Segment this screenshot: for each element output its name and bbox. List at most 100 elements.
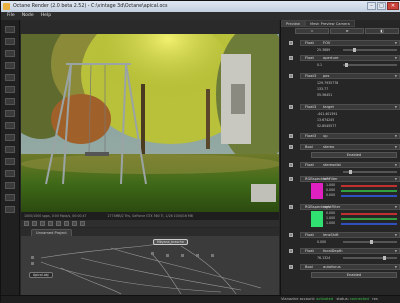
aperture-value[interactable]: 0.1 [317, 63, 322, 67]
toolbar-button[interactable] [5, 50, 15, 57]
viewport-tool-button[interactable] [72, 221, 77, 226]
fov-value[interactable]: 25.3689 [317, 48, 330, 52]
left-filter-b-value[interactable]: 0.000 [326, 193, 335, 197]
param-pos[interactable]: Float3 pos ▼ [300, 73, 400, 79]
autofocus-toggle[interactable]: Enabled [311, 272, 397, 278]
viewport-tool-button[interactable] [32, 221, 37, 226]
tab-mesh-preview-camera[interactable]: Mesh Preview Camera [305, 20, 355, 27]
param-right-filter[interactable]: RGBspectrum rightFilter ▼ [300, 204, 400, 210]
toolbar-button[interactable] [5, 122, 15, 129]
minimize-button[interactable]: – [367, 2, 376, 10]
stereo-toggle[interactable]: Enabled [311, 152, 397, 158]
node-apical-obj[interactable]: Apical.obj [29, 272, 53, 278]
param-autofocus[interactable]: Bool autofocus ▼ [300, 264, 400, 270]
menu-node[interactable]: Node [22, 12, 34, 20]
toolbar-button[interactable] [5, 182, 15, 189]
toolbar-button[interactable] [5, 26, 15, 33]
left-filter-color-swatch[interactable] [311, 183, 323, 199]
toolbar-button[interactable] [5, 146, 15, 153]
viewport-tool-button[interactable] [64, 221, 69, 226]
node-editor[interactable]: Unnamed Project Mbyana_brascha Apical.ob… [21, 228, 279, 295]
pin-icon [289, 56, 293, 60]
param-stereo[interactable]: Bool stereo ▼ [300, 144, 400, 150]
pin-icon [289, 145, 293, 149]
account-label: Vianozine account: [281, 297, 316, 301]
pos-x-value[interactable]: 129.7935778 [317, 81, 338, 85]
toolbar-button[interactable] [5, 110, 15, 117]
maximize-button[interactable]: □ [377, 2, 386, 10]
menu-file[interactable]: File [7, 12, 15, 20]
viewport-tool-button[interactable] [56, 221, 61, 226]
inspector-tabs: Preview Mesh Preview Camera [281, 20, 400, 27]
inspector-buttons: = ≡ ◧ [295, 28, 399, 35]
right-filter-r-value[interactable]: 0.000 [326, 211, 335, 215]
right-filter-b-value[interactable]: 1.000 [326, 221, 335, 225]
left-filter-g-value[interactable]: 0.000 [326, 188, 335, 192]
viewport-tool-button[interactable] [24, 221, 29, 226]
toolbar-button[interactable] [5, 74, 15, 81]
stereodist-slider[interactable] [343, 170, 397, 174]
toolbar-button[interactable] [5, 206, 15, 213]
fov-slider[interactable] [343, 48, 397, 52]
target-y-value[interactable]: 13.674245 [317, 118, 334, 122]
menu-help[interactable]: Help [41, 12, 51, 20]
title-bar: Octane Render (2.0 beta 2.52) - C:\vinta… [1, 1, 400, 12]
app-icon [3, 3, 10, 10]
pos-y-value[interactable]: 133.77 [317, 87, 328, 91]
right-filter-color-swatch[interactable] [311, 211, 323, 227]
inspector-button[interactable]: = [295, 28, 329, 34]
toolbar-button[interactable] [5, 38, 15, 45]
viewport-tool-button[interactable] [40, 221, 45, 226]
right-filter-g-slider[interactable] [341, 218, 397, 220]
right-filter-b-slider[interactable] [341, 223, 397, 225]
pin-icon [289, 105, 293, 109]
left-filter-g-slider[interactable] [341, 190, 397, 192]
lens-shift-slider[interactable] [343, 240, 397, 244]
focal-depth-slider[interactable] [343, 256, 397, 260]
viewport-header [21, 20, 279, 34]
left-filter-r-value[interactable]: 1.000 [326, 183, 335, 187]
inspector-button[interactable]: ≡ [330, 28, 364, 34]
param-up[interactable]: Float3 up ▼ [300, 133, 400, 139]
target-x-value[interactable]: -441.401591 [317, 112, 337, 116]
gpu-info-text: 2774MB/2 Tris, GeForce GTX 560 Ti, 1/26 … [107, 214, 193, 218]
pin-icon [289, 177, 293, 181]
node-connections [31, 241, 262, 295]
pos-z-value[interactable]: 55.56451 [317, 93, 332, 97]
param-left-filter[interactable]: RGBspectrum leftFilter ▼ [300, 176, 400, 182]
node-inspector-panel: Preview Mesh Preview Camera = ≡ ◧ Float F… [280, 20, 400, 295]
toolbar-button[interactable] [5, 194, 15, 201]
left-filter-r-slider[interactable] [341, 185, 397, 187]
left-filter-b-slider[interactable] [341, 195, 397, 197]
app-window: Octane Render (2.0 beta 2.52) - C:\vinta… [0, 0, 400, 303]
render-viewport[interactable] [21, 34, 279, 212]
right-filter-g-value[interactable]: 1.000 [326, 216, 335, 220]
toolbar-button[interactable] [5, 134, 15, 141]
param-lens-shift[interactable]: Float lensShift ▼ [300, 232, 400, 238]
toolbar-button[interactable] [5, 86, 15, 93]
lens-shift-value[interactable]: 0.000 [317, 240, 326, 244]
window-title: Octane Render (2.0 beta 2.52) - C:\vinta… [13, 4, 168, 9]
param-aperture[interactable]: Float aperture ▼ [300, 55, 400, 61]
target-z-value[interactable]: 52.8545577 [317, 124, 336, 128]
toolbar-button[interactable] [5, 158, 15, 165]
focal-depth-value[interactable]: 76.1324 [317, 256, 330, 260]
param-focal-depth[interactable]: Float focalDepth ▼ [300, 248, 400, 254]
toolbar-button[interactable] [5, 98, 15, 105]
param-fov[interactable]: Float FOV ▼ [300, 40, 400, 46]
tab-preview[interactable]: Preview [281, 20, 305, 27]
close-button[interactable]: ✕ [387, 2, 399, 10]
account-state: activated [316, 297, 334, 301]
aperture-slider[interactable] [343, 63, 397, 67]
toolbar-button[interactable] [5, 62, 15, 69]
viewport-tool-button[interactable] [48, 221, 53, 226]
inspector-button[interactable]: ◧ [365, 28, 399, 34]
param-stereodist[interactable]: Float stereodist ▼ [300, 162, 400, 168]
pin-icon [289, 205, 293, 209]
status-value: connected [349, 297, 369, 301]
param-target[interactable]: Float3 target ▼ [300, 104, 400, 110]
node-mbyana-brascha[interactable]: Mbyana_brascha [153, 239, 188, 245]
right-filter-r-slider[interactable] [341, 213, 397, 215]
toolbar-button[interactable] [5, 170, 15, 177]
viewport-tool-button[interactable] [80, 221, 85, 226]
